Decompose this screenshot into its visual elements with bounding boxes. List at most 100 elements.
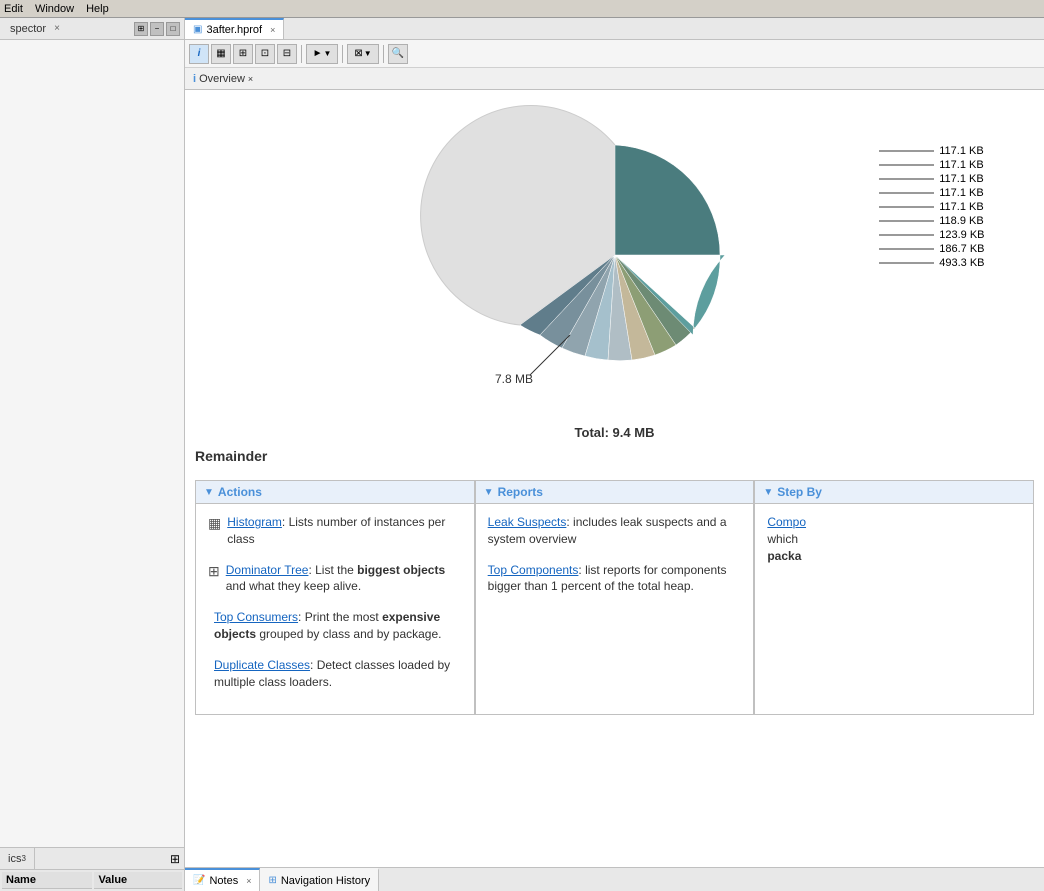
actions-panel: ▼ Actions ▦ Histogram: Lists number of i… [195,480,475,715]
menu-help[interactable]: Help [86,3,109,15]
stepby-collapse-icon[interactable]: ▼ [763,487,773,498]
app-window: Edit Window Help spector × ⊞ − □ ics [0,0,1044,891]
leaksuspects-link[interactable]: Leak Suspects [488,515,567,529]
leaksuspects-text: Leak Suspects: includes leak suspects an… [488,514,742,548]
sidebar-pin-icon[interactable]: ⊞ [170,852,184,866]
sidebar-maximize-button[interactable]: □ [166,22,180,36]
hprof-tab-icon: ▣ [193,24,202,35]
sidebar-close-icon[interactable]: × [54,23,60,34]
sidebar-col-value: Value [94,872,182,889]
stepby-link[interactable]: Compo [767,515,806,529]
action-item-duplicates: Duplicate Classes: Detect classes loaded… [208,657,462,691]
sidebar-bottom-tab-label: ics [8,853,21,865]
main-tab-bar: ▣ 3after.hprof × [185,18,1044,40]
reports-panel-title: Reports [498,485,543,499]
histogram-icon: ▦ [208,515,221,532]
topconsumers-link[interactable]: Top Consumers [214,610,298,624]
stepby-text: Compo which packa [767,514,806,564]
reports-collapse-icon[interactable]: ▼ [484,487,494,498]
legend-item-5: 117.1 KB [879,201,984,213]
stepby-panel-header: ▼ Step By [755,481,1033,504]
sidebar-tab-label[interactable]: spector [4,21,52,37]
topcomponents-text: Top Components: list reports for compone… [488,562,742,596]
sidebar-restore-button[interactable]: ⊞ [134,22,148,36]
domtree-text: Dominator Tree: List the biggest objects… [226,562,462,596]
toolbar-histogram-button[interactable]: ▦ [211,44,231,64]
reports-panel: ▼ Reports Leak Suspects: includes leak s… [475,480,755,715]
toolbar-sep3 [383,45,384,63]
overview-tab[interactable]: i Overview × [189,71,257,87]
main-toolbar: i ▦ ⊞ ⊡ ⊟ ►▼ ⊠▼ 🔍 [185,40,1044,68]
overview-tab-close[interactable]: × [248,74,253,84]
overview-tab-label: Overview [199,73,245,85]
topcomponents-link[interactable]: Top Components [488,563,579,577]
sidebar-properties-table: Name Value [0,870,184,891]
menu-bar: Edit Window Help [0,0,1044,18]
duplicates-link[interactable]: Duplicate Classes [214,658,310,672]
toolbar-domtree-button[interactable]: ⊞ [233,44,253,64]
action-item-histogram: ▦ Histogram: Lists number of instances p… [208,514,462,548]
overview-info-icon: i [193,73,196,85]
sidebar-tab-superscript: 3 [21,854,25,863]
sidebar-col-name: Name [2,872,92,889]
toolbar-run-button[interactable]: ►▼ [306,44,338,64]
overview-tab-bar: i Overview × [185,68,1044,90]
legend-item-7: 123.9 KB [879,229,984,241]
legend-item-4: 117.1 KB [879,187,984,199]
overview-content: 7.8 MB 117.1 KB 117.1 KB [185,90,1044,725]
legend-item-6: 118.9 KB [879,215,984,227]
chart-left-label: 7.8 MB [495,372,533,386]
bottom-tab-navhistory[interactable]: ⊞ Navigation History [260,868,379,891]
remainder-label: Remainder [195,448,1034,464]
toolbar-sep2 [342,45,343,63]
toolbar-info-button[interactable]: i [189,44,209,64]
actions-panel-title: Actions [218,485,262,499]
report-item-leaksuspects: Leak Suspects: includes leak suspects an… [488,514,742,548]
actions-panel-body: ▦ Histogram: Lists number of instances p… [196,504,474,714]
legend-item-3: 117.1 KB [879,173,984,185]
actions-panel-header: ▼ Actions [196,481,474,504]
menu-window[interactable]: Window [35,3,74,15]
hprof-tab-close[interactable]: × [270,25,275,35]
content-area: 7.8 MB 117.1 KB 117.1 KB [185,90,1044,867]
legend-item-9: 493.3 KB [879,257,984,269]
histogram-text: Histogram: Lists number of instances per… [227,514,461,548]
pie-chart-svg: 7.8 MB [440,115,790,395]
report-item-topcomponents: Top Components: list reports for compone… [488,562,742,596]
legend-item-8: 186.7 KB [879,243,984,255]
stepby-item: Compo which packa [767,514,1021,564]
action-item-topconsumers: Top Consumers: Print the most expensive … [208,609,462,643]
toolbar-duplicates-button[interactable]: ⊟ [277,44,297,64]
duplicates-text: Duplicate Classes: Detect classes loaded… [214,657,462,691]
notes-tab-close[interactable]: × [246,876,251,886]
toolbar-search-button[interactable]: 🔍 [388,44,408,64]
stepby-panel: ▼ Step By Compo which packa [754,480,1034,715]
reports-panel-body: Leak Suspects: includes leak suspects an… [476,504,754,619]
sidebar-minimize-button[interactable]: − [150,22,164,36]
sidebar-bottom: ics 3 ⊞ Name Value [0,847,184,891]
hprof-tab[interactable]: ▣ 3after.hprof × [185,18,284,39]
reports-panel-header: ▼ Reports [476,481,754,504]
action-item-domtree: ⊞ Dominator Tree: List the biggest objec… [208,562,462,596]
navhistory-icon: ⊞ [268,875,276,886]
chart-total-label: Total: 9.4 MB [195,425,1034,440]
legend-item-1: 117.1 KB [879,145,984,157]
bottom-tab-notes[interactable]: 📝 Notes × [185,868,260,891]
menu-edit[interactable]: Edit [4,3,23,15]
legend-item-2: 117.1 KB [879,159,984,171]
sidebar-bottom-tab-ics[interactable]: ics 3 [0,848,35,869]
toolbar-sep1 [301,45,302,63]
actions-collapse-icon[interactable]: ▼ [204,487,214,498]
stepby-panel-body: Compo which packa [755,504,1033,588]
topconsumers-text: Top Consumers: Print the most expensive … [214,609,462,643]
main-area: spector × ⊞ − □ ics 3 ⊞ [0,18,1044,891]
main-panel: ▣ 3after.hprof × i ▦ ⊞ ⊡ ⊟ ►▼ ⊠▼ 🔍 [185,18,1044,891]
toolbar-export-button[interactable]: ⊠▼ [347,44,379,64]
toolbar-topconsumers-button[interactable]: ⊡ [255,44,275,64]
histogram-link[interactable]: Histogram [227,515,282,529]
sidebar-bottom-tabs: ics 3 ⊞ [0,848,184,870]
sidebar-tab-bar: spector × ⊞ − □ [0,18,184,40]
sidebar-content [0,40,184,847]
panels-row: ▼ Actions ▦ Histogram: Lists number of i… [195,480,1034,715]
domtree-link[interactable]: Dominator Tree [226,563,309,577]
